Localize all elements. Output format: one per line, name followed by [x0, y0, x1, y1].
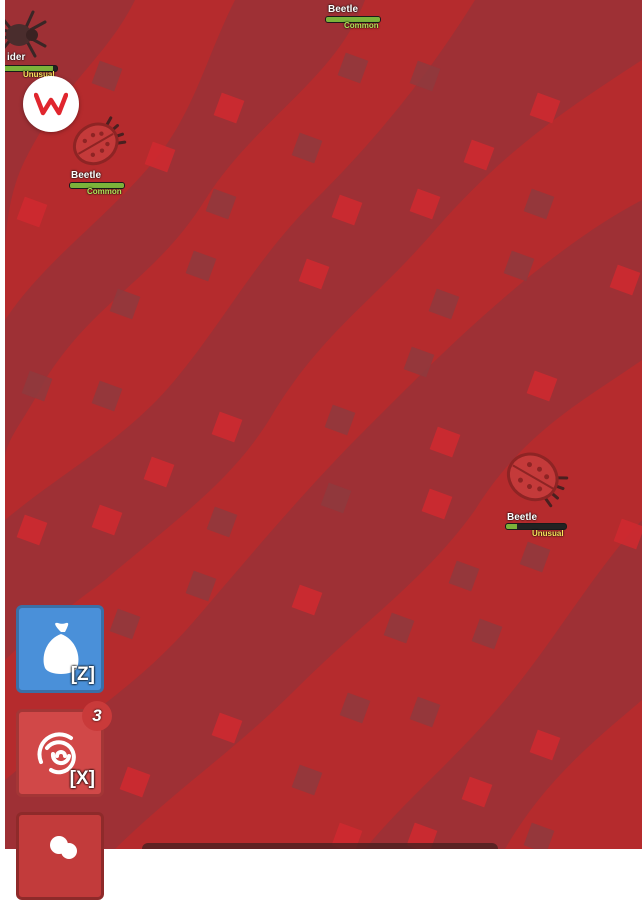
ability-slot-z[interactable]: [Z]	[16, 605, 104, 693]
beetle-icon	[72, 116, 127, 166]
beetle-icon	[506, 452, 569, 508]
wps-w-icon	[34, 92, 68, 116]
spider-icon	[5, 10, 47, 58]
ability-count-badge: 3	[82, 701, 112, 731]
bubble-icon	[50, 836, 77, 859]
bottom-hud-bar	[142, 843, 498, 849]
beetle-mob[interactable]: Beetle Unusual	[500, 442, 580, 542]
mob-name-label: Beetle	[71, 170, 102, 181]
beetle-mob[interactable]: Beetle Common	[325, 0, 385, 34]
slot-key-label: [Z]	[70, 664, 95, 685]
mob-name-label: ider	[7, 52, 26, 63]
spider-mob[interactable]: ider Unusual	[5, 8, 70, 88]
ability-slot-third[interactable]	[16, 812, 104, 900]
mob-rarity-label: Unusual	[532, 529, 564, 538]
mob-name-label: Beetle	[328, 4, 359, 15]
mob-rarity-label: Common	[87, 187, 122, 196]
mob-name-label: Beetle	[507, 512, 538, 523]
mob-rarity-label: Common	[344, 21, 379, 30]
beetle-mob[interactable]: Beetle Common	[63, 112, 133, 202]
wps-logo-button[interactable]	[23, 76, 79, 132]
slot-key-label: [X]	[69, 768, 95, 789]
